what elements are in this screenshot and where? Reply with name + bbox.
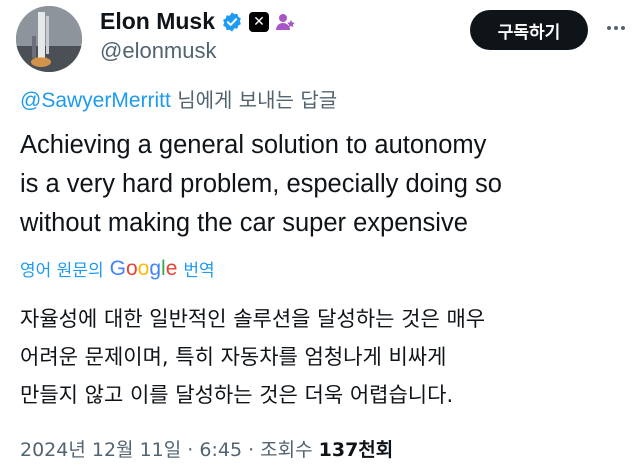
avatar-image — [16, 6, 82, 72]
more-dot — [607, 26, 611, 30]
verified-badge-icon[interactable] — [221, 11, 243, 33]
tweet-meta: 2024년 12월 11일 · 6:45 · 조회수 137천회 — [20, 435, 393, 462]
avatar[interactable] — [16, 6, 82, 72]
author-handle[interactable]: @elonmusk — [100, 38, 217, 64]
translation-prefix: 영어 원문의 — [20, 261, 104, 281]
tweet-line: is a very hard problem, especially doing… — [20, 170, 502, 198]
affiliation-icon[interactable] — [275, 12, 295, 32]
more-dot — [621, 26, 625, 30]
tweet-line: without making the car super expensive — [20, 209, 468, 237]
author-display-name[interactable]: Elon Musk — [100, 8, 215, 35]
subscribe-button[interactable]: 구독하기 — [470, 10, 588, 50]
meta-separator: · — [242, 439, 261, 461]
translation-suffix: 번역 — [183, 261, 215, 281]
tweet-line: Achieving a general solution to autonomy — [20, 131, 487, 159]
more-icon[interactable] — [604, 16, 628, 40]
tweet-date[interactable]: 2024년 12월 11일 — [20, 439, 181, 461]
tweet-time[interactable]: 6:45 — [199, 439, 242, 461]
translated-line: 자율성에 대한 일반적인 솔루션을 달성하는 것은 매우 — [20, 307, 486, 331]
more-dot — [614, 26, 618, 30]
tweet-text: Achieving a general solution to autonomy… — [20, 126, 630, 243]
translated-line: 어려운 문제이며, 특히 자동차를 엄청나게 비싸게 — [20, 345, 447, 369]
translated-line: 만들지 않고 이를 달성하는 것은 더욱 어렵습니다. — [20, 383, 454, 407]
translated-text: 자율성에 대한 일반적인 솔루션을 달성하는 것은 매우 어려운 문제이며, 특… — [20, 300, 630, 414]
author-name-row: Elon Musk ✕ — [100, 8, 295, 35]
views-label: 조회수 — [260, 439, 319, 461]
views-count[interactable]: 137천회 — [319, 439, 394, 461]
reply-mention-link[interactable]: @SawyerMerritt — [20, 89, 171, 112]
translation-attribution[interactable]: 영어 원문의 Google 번역 — [20, 256, 215, 282]
reply-context: @SawyerMerritt 님에게 보내는 답글 — [20, 84, 337, 113]
google-logo: Google — [109, 256, 178, 280]
meta-separator: · — [181, 439, 200, 461]
x-logo-icon[interactable]: ✕ — [249, 11, 270, 32]
reply-suffix: 님에게 보내는 답글 — [170, 88, 338, 112]
